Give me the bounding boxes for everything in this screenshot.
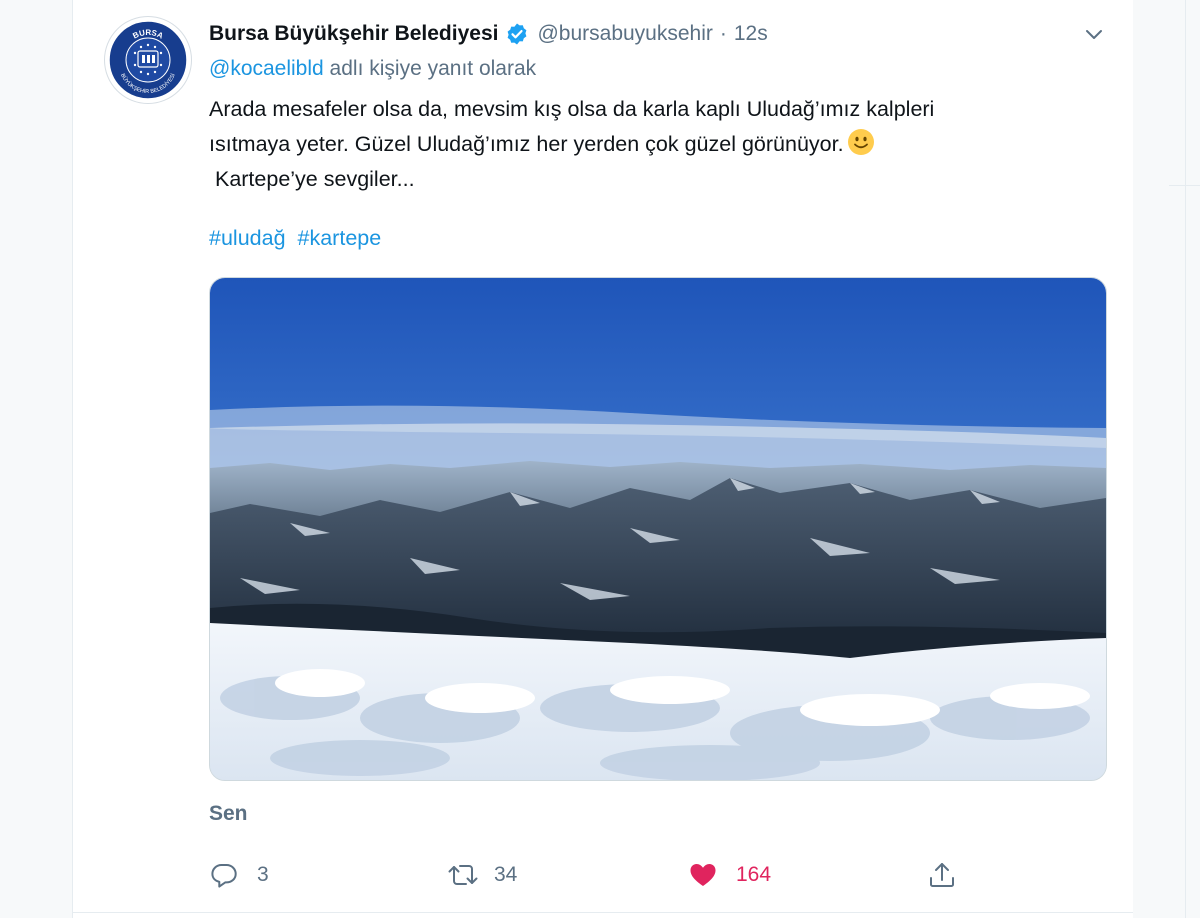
like-count: 164	[736, 863, 772, 886]
left-gutter	[0, 0, 72, 918]
tweet-text-line: Arada mesafeler olsa da, mevsim kış olsa…	[209, 97, 935, 121]
reply-count: 3	[257, 863, 269, 886]
reply-mention-link[interactable]: @kocaelibld	[209, 57, 324, 80]
reply-context: @kocaelibld adlı kişiye yanıt olarak	[209, 57, 536, 81]
reply-context-label: adlı kişiye yanıt olarak	[323, 57, 537, 80]
snowy-mountain-landscape-image	[210, 278, 1106, 780]
share-button[interactable]	[927, 852, 957, 898]
reply-icon	[209, 860, 239, 890]
reply-button[interactable]: 3	[209, 852, 269, 898]
smiley-emoji-icon	[847, 128, 875, 156]
retweet-button[interactable]: 34	[446, 852, 517, 898]
like-button[interactable]: 164	[688, 852, 771, 898]
tweet-header: Bursa Büyükşehir Belediyesi @bursabuyuks…	[209, 14, 768, 54]
heart-icon	[688, 860, 718, 890]
author-name[interactable]: Bursa Büyükşehir Belediyesi	[209, 22, 498, 46]
tweet-photo[interactable]	[209, 277, 1107, 781]
author-handle[interactable]: @bursabuyuksehir	[537, 22, 712, 46]
tweet-text-line: ısıtmaya yeter. Güzel Uludağ’ımız her ye…	[209, 132, 844, 156]
right-gutter	[1133, 0, 1200, 918]
verified-badge-icon	[505, 22, 529, 46]
bursa-logo-icon: BURSA BÜYÜKŞEHİR BELEDİYESİ	[108, 20, 188, 100]
separator-dot: ·	[719, 22, 727, 45]
engagement-label: Sen	[209, 802, 248, 825]
tweet-bottom-border	[72, 912, 1133, 913]
avatar[interactable]: BURSA BÜYÜKŞEHİR BELEDİYESİ	[104, 16, 192, 104]
tweet-text: Arada mesafeler olsa da, mevsim kış olsa…	[209, 92, 1109, 197]
tweet-text-line: Kartepe’ye sevgiler...	[209, 167, 415, 191]
share-icon	[927, 860, 957, 890]
sidebar-divider	[1169, 185, 1200, 186]
tweet-timestamp[interactable]: 12s	[734, 22, 768, 46]
hashtag-link[interactable]: #kartepe	[298, 226, 382, 250]
hashtag-link[interactable]: #uludağ	[209, 226, 286, 250]
tweet-actions: 3 34 164	[0, 852, 1200, 898]
retweet-count: 34	[494, 863, 518, 886]
retweet-icon	[446, 860, 478, 890]
column-divider	[1185, 0, 1186, 918]
hashtags: #uludağ #kartepe	[209, 226, 387, 251]
chevron-down-icon[interactable]	[1080, 20, 1108, 48]
